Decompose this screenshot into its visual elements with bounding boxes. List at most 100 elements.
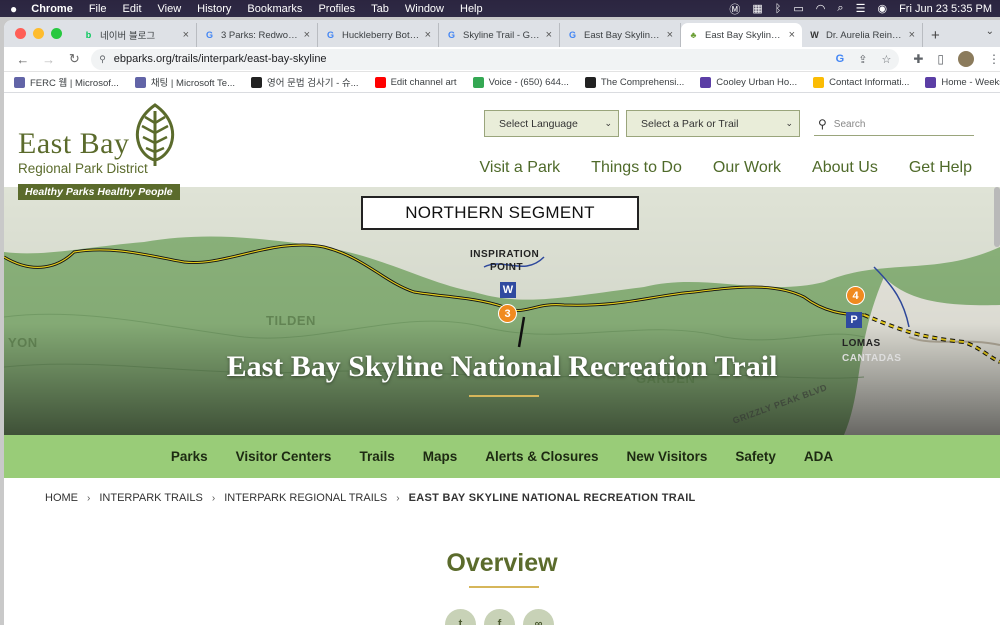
tab-close-icon[interactable]: × bbox=[425, 29, 431, 41]
menu-help[interactable]: Help bbox=[460, 3, 483, 15]
chevron-down-icon: ⌄ bbox=[604, 118, 612, 128]
control-center-icon[interactable]: ☰ bbox=[856, 2, 866, 15]
bookmark-item[interactable]: The Comprehensi... bbox=[584, 76, 684, 88]
nav-get-help[interactable]: Get Help bbox=[909, 159, 972, 177]
section-nav: Parks Visitor Centers Trails Maps Alerts… bbox=[4, 435, 1000, 478]
tab-title: East Bay Skyline Na bbox=[584, 29, 663, 41]
profile-avatar[interactable] bbox=[958, 51, 974, 67]
tab-title: Huckleberry Botani bbox=[342, 29, 421, 41]
bluetooth-icon[interactable]: ᛒ bbox=[775, 3, 782, 15]
site-search-input[interactable]: ⚲ Search bbox=[814, 113, 974, 136]
link-icon[interactable]: ∞ bbox=[523, 609, 554, 625]
side-panel-icon[interactable]: ▯ bbox=[937, 52, 944, 66]
logo-text-district: Regional Park District bbox=[18, 161, 148, 176]
bookmark-label: 영어 문법 검사기 - 슈... bbox=[267, 78, 359, 89]
site-info-icon[interactable]: ⚲ bbox=[99, 54, 106, 65]
new-tab-button[interactable]: + bbox=[931, 23, 940, 47]
close-window-button[interactable] bbox=[15, 28, 26, 39]
menu-app[interactable]: Chrome bbox=[31, 3, 73, 15]
subnav-new-visitors[interactable]: New Visitors bbox=[627, 449, 708, 464]
facebook-icon[interactable]: f bbox=[484, 609, 515, 625]
tab-close-icon[interactable]: × bbox=[667, 29, 673, 41]
clock[interactable]: Fri Jun 23 5:35 PM bbox=[899, 3, 992, 15]
bookmark-item[interactable]: Contact Informati... bbox=[813, 76, 909, 88]
subnav-safety[interactable]: Safety bbox=[735, 449, 776, 464]
tab-close-icon[interactable]: × bbox=[789, 29, 795, 41]
bookmark-item[interactable]: Home - Weeks bbox=[925, 76, 1000, 88]
url-text[interactable]: ebparks.org/trails/interpark/east-bay-sk… bbox=[114, 53, 327, 65]
menu-view[interactable]: View bbox=[158, 3, 182, 15]
browser-tab[interactable]: G Skyline Trail - Goog × bbox=[439, 23, 560, 47]
menu-tab[interactable]: Tab bbox=[371, 3, 389, 15]
chrome-menu-icon[interactable]: ⋮ bbox=[988, 52, 1000, 66]
twitter-icon[interactable]: t bbox=[445, 609, 476, 625]
reload-icon[interactable]: ↻ bbox=[65, 51, 83, 67]
wifi-icon[interactable]: ◠ bbox=[816, 2, 826, 15]
flag-icon[interactable]: ▦ bbox=[752, 2, 762, 15]
menu-window[interactable]: Window bbox=[405, 3, 444, 15]
share-icon[interactable]: ⇪ bbox=[858, 53, 867, 66]
tab-close-icon[interactable]: × bbox=[546, 29, 552, 41]
chevron-down-icon: ⌄ bbox=[785, 118, 793, 128]
subnav-trails[interactable]: Trails bbox=[359, 449, 394, 464]
bookmark-item[interactable]: 채팅 | Microsoft Te... bbox=[134, 75, 235, 89]
menu-edit[interactable]: Edit bbox=[123, 3, 142, 15]
bookmark-favicon-icon bbox=[134, 76, 146, 88]
bookmark-item[interactable]: Edit channel art bbox=[374, 76, 457, 88]
share-buttons: t f ∞ bbox=[445, 609, 554, 625]
minimize-window-button[interactable] bbox=[33, 28, 44, 39]
breadcrumb: HOME › INTERPARK TRAILS › INTERPARK REGI… bbox=[45, 492, 696, 504]
subnav-parks[interactable]: Parks bbox=[171, 449, 208, 464]
address-bar[interactable]: ⚲ ebparks.org/trails/interpark/east-bay-… bbox=[91, 48, 900, 70]
breadcrumb-interpark-regional-trails[interactable]: INTERPARK REGIONAL TRAILS bbox=[224, 492, 387, 504]
back-icon[interactable]: ← bbox=[14, 52, 32, 67]
nav-things-to-do[interactable]: Things to Do bbox=[591, 159, 682, 177]
browser-tab[interactable]: b 네이버 블로그 × bbox=[76, 23, 197, 47]
subnav-visitor-centers[interactable]: Visitor Centers bbox=[236, 449, 332, 464]
subnav-alerts-closures[interactable]: Alerts & Closures bbox=[485, 449, 598, 464]
nav-visit-a-park[interactable]: Visit a Park bbox=[480, 159, 561, 177]
breadcrumb-home[interactable]: HOME bbox=[45, 492, 78, 504]
bookmark-item[interactable]: Cooley Urban Ho... bbox=[700, 76, 797, 88]
menu-profiles[interactable]: Profiles bbox=[318, 3, 355, 15]
tab-search-icon[interactable]: ⌄ bbox=[986, 26, 994, 37]
tab-title: 네이버 블로그 bbox=[100, 31, 156, 42]
menu-history[interactable]: History bbox=[197, 3, 231, 15]
browser-tab[interactable]: G 3 Parks: Redwood/F × bbox=[197, 23, 318, 47]
status-m-icon[interactable]: Ⓜ bbox=[729, 1, 740, 17]
tab-favicon-icon: G bbox=[205, 30, 213, 40]
tab-close-icon[interactable]: × bbox=[304, 29, 310, 41]
google-lens-icon[interactable]: G bbox=[836, 53, 845, 66]
menu-bookmarks[interactable]: Bookmarks bbox=[247, 3, 302, 15]
breadcrumb-interpark-trails[interactable]: INTERPARK TRAILS bbox=[99, 492, 203, 504]
bookmark-item[interactable]: Voice - (650) 644... bbox=[472, 76, 569, 88]
maximize-window-button[interactable] bbox=[51, 28, 62, 39]
browser-tab[interactable]: G Huckleberry Botani × bbox=[318, 23, 439, 47]
language-select[interactable]: Select Language ⌄ bbox=[484, 110, 619, 137]
siri-icon[interactable]: ◉ bbox=[877, 2, 887, 15]
nav-our-work[interactable]: Our Work bbox=[713, 159, 781, 177]
chevron-right-icon: › bbox=[87, 492, 91, 504]
subnav-ada[interactable]: ADA bbox=[804, 449, 833, 464]
nav-about-us[interactable]: About Us bbox=[812, 159, 878, 177]
extensions-icon[interactable]: ✚ bbox=[913, 52, 923, 66]
overview-heading: Overview bbox=[446, 549, 558, 577]
tab-close-icon[interactable]: × bbox=[909, 29, 915, 41]
browser-tab[interactable]: W Dr. Aurelia Reinhar × bbox=[802, 23, 923, 47]
subnav-maps[interactable]: Maps bbox=[423, 449, 458, 464]
browser-tab[interactable]: ♣ East Bay Skyline Na × bbox=[681, 23, 802, 47]
page-scrollbar[interactable] bbox=[994, 187, 1000, 247]
bookmark-item[interactable]: FERC 웹 | Microsof... bbox=[14, 75, 119, 89]
search-icon[interactable]: ⚲ bbox=[818, 117, 827, 131]
park-trail-select[interactable]: Select a Park or Trail ⌄ bbox=[626, 110, 800, 137]
bookmark-favicon-icon bbox=[374, 76, 386, 88]
spotlight-icon[interactable]: ⌕ bbox=[837, 2, 843, 15]
apple-icon[interactable]: ● bbox=[10, 2, 17, 16]
browser-tab[interactable]: G East Bay Skyline Na × bbox=[560, 23, 681, 47]
battery-icon[interactable]: ▭ bbox=[793, 2, 803, 15]
bookmark-star-icon[interactable]: ☆ bbox=[881, 53, 891, 66]
forward-icon[interactable]: → bbox=[40, 52, 58, 67]
bookmark-item[interactable]: 영어 문법 검사기 - 슈... bbox=[251, 75, 359, 89]
menu-file[interactable]: File bbox=[89, 3, 107, 15]
tab-close-icon[interactable]: × bbox=[183, 29, 189, 41]
